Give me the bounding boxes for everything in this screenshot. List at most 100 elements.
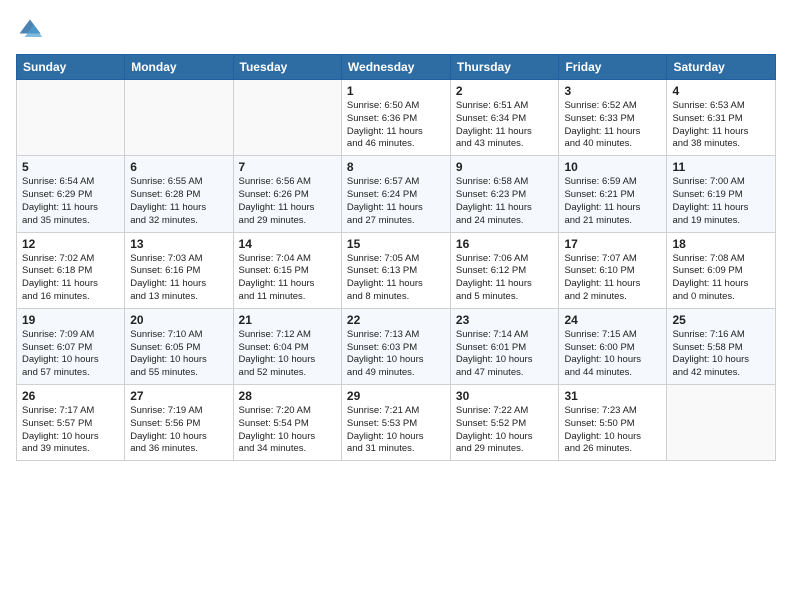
day-info: Sunrise: 6:50 AM Sunset: 6:36 PM Dayligh… bbox=[347, 100, 445, 151]
day-info: Sunrise: 7:08 AM Sunset: 6:09 PM Dayligh… bbox=[672, 253, 770, 304]
day-info: Sunrise: 7:23 AM Sunset: 5:50 PM Dayligh… bbox=[564, 405, 661, 456]
day-info: Sunrise: 6:57 AM Sunset: 6:24 PM Dayligh… bbox=[347, 176, 445, 227]
day-info: Sunrise: 7:05 AM Sunset: 6:13 PM Dayligh… bbox=[347, 253, 445, 304]
day-info: Sunrise: 7:10 AM Sunset: 6:05 PM Dayligh… bbox=[130, 329, 227, 380]
day-number: 3 bbox=[564, 84, 661, 98]
day-number: 28 bbox=[239, 389, 336, 403]
day-info: Sunrise: 7:16 AM Sunset: 5:58 PM Dayligh… bbox=[672, 329, 770, 380]
calendar-body: 1 Sunrise: 6:50 AM Sunset: 6:36 PM Daylig… bbox=[17, 80, 776, 461]
calendar-cell: 4 Sunrise: 6:53 AM Sunset: 6:31 PM Daylig… bbox=[667, 80, 776, 156]
calendar-week-3: 12 Sunrise: 7:02 AM Sunset: 6:18 PM Dayli… bbox=[17, 232, 776, 308]
day-info: Sunrise: 6:56 AM Sunset: 6:26 PM Dayligh… bbox=[239, 176, 336, 227]
calendar-cell: 13 Sunrise: 7:03 AM Sunset: 6:16 PM Dayli… bbox=[125, 232, 233, 308]
day-number: 27 bbox=[130, 389, 227, 403]
day-number: 13 bbox=[130, 237, 227, 251]
day-number: 18 bbox=[672, 237, 770, 251]
calendar-week-4: 19 Sunrise: 7:09 AM Sunset: 6:07 PM Dayli… bbox=[17, 308, 776, 384]
calendar-cell: 7 Sunrise: 6:56 AM Sunset: 6:26 PM Daylig… bbox=[233, 156, 341, 232]
calendar-cell: 20 Sunrise: 7:10 AM Sunset: 6:05 PM Dayli… bbox=[125, 308, 233, 384]
day-info: Sunrise: 7:04 AM Sunset: 6:15 PM Dayligh… bbox=[239, 253, 336, 304]
day-info: Sunrise: 6:59 AM Sunset: 6:21 PM Dayligh… bbox=[564, 176, 661, 227]
calendar-cell: 22Sunrise: 7:13 AM Sunset: 6:03 PM Dayli… bbox=[341, 308, 450, 384]
day-number: 10 bbox=[564, 160, 661, 174]
weekday-header-saturday: Saturday bbox=[667, 55, 776, 80]
calendar-cell: 30 Sunrise: 7:22 AM Sunset: 5:52 PM Dayli… bbox=[450, 385, 559, 461]
day-number: 7 bbox=[239, 160, 336, 174]
calendar-cell: 1 Sunrise: 6:50 AM Sunset: 6:36 PM Daylig… bbox=[341, 80, 450, 156]
calendar-table: SundayMondayTuesdayWednesdayThursdayFrid… bbox=[16, 54, 776, 461]
page-header bbox=[16, 16, 776, 44]
calendar-cell: 21Sunrise: 7:12 AM Sunset: 6:04 PM Dayli… bbox=[233, 308, 341, 384]
day-info: Sunrise: 6:54 AM Sunset: 6:29 PM Dayligh… bbox=[22, 176, 119, 227]
calendar-cell: 18 Sunrise: 7:08 AM Sunset: 6:09 PM Dayli… bbox=[667, 232, 776, 308]
day-info: Sunrise: 7:19 AM Sunset: 5:56 PM Dayligh… bbox=[130, 405, 227, 456]
weekday-header-thursday: Thursday bbox=[450, 55, 559, 80]
calendar-cell: 29 Sunrise: 7:21 AM Sunset: 5:53 PM Dayli… bbox=[341, 385, 450, 461]
day-number: 25 bbox=[672, 313, 770, 327]
day-info: Sunrise: 7:17 AM Sunset: 5:57 PM Dayligh… bbox=[22, 405, 119, 456]
calendar-cell: 9Sunrise: 6:58 AM Sunset: 6:23 PM Daylig… bbox=[450, 156, 559, 232]
day-number: 21 bbox=[239, 313, 336, 327]
calendar-cell: 14 Sunrise: 7:04 AM Sunset: 6:15 PM Dayli… bbox=[233, 232, 341, 308]
day-info: Sunrise: 6:55 AM Sunset: 6:28 PM Dayligh… bbox=[130, 176, 227, 227]
calendar-cell bbox=[125, 80, 233, 156]
calendar-cell: 17Sunrise: 7:07 AM Sunset: 6:10 PM Dayli… bbox=[559, 232, 667, 308]
day-number: 20 bbox=[130, 313, 227, 327]
day-number: 5 bbox=[22, 160, 119, 174]
day-number: 14 bbox=[239, 237, 336, 251]
logo bbox=[16, 16, 48, 44]
day-number: 31 bbox=[564, 389, 661, 403]
day-number: 29 bbox=[347, 389, 445, 403]
day-number: 11 bbox=[672, 160, 770, 174]
day-number: 30 bbox=[456, 389, 554, 403]
day-info: Sunrise: 7:02 AM Sunset: 6:18 PM Dayligh… bbox=[22, 253, 119, 304]
calendar-cell: 24 Sunrise: 7:15 AM Sunset: 6:00 PM Dayli… bbox=[559, 308, 667, 384]
calendar-week-1: 1 Sunrise: 6:50 AM Sunset: 6:36 PM Daylig… bbox=[17, 80, 776, 156]
day-info: Sunrise: 6:58 AM Sunset: 6:23 PM Dayligh… bbox=[456, 176, 554, 227]
day-info: Sunrise: 6:52 AM Sunset: 6:33 PM Dayligh… bbox=[564, 100, 661, 151]
day-info: Sunrise: 7:15 AM Sunset: 6:00 PM Dayligh… bbox=[564, 329, 661, 380]
calendar-cell: 3 Sunrise: 6:52 AM Sunset: 6:33 PM Daylig… bbox=[559, 80, 667, 156]
calendar-cell: 15 Sunrise: 7:05 AM Sunset: 6:13 PM Dayli… bbox=[341, 232, 450, 308]
weekday-header-monday: Monday bbox=[125, 55, 233, 80]
calendar-cell: 19 Sunrise: 7:09 AM Sunset: 6:07 PM Dayli… bbox=[17, 308, 125, 384]
calendar-week-5: 26 Sunrise: 7:17 AM Sunset: 5:57 PM Dayli… bbox=[17, 385, 776, 461]
day-info: Sunrise: 6:53 AM Sunset: 6:31 PM Dayligh… bbox=[672, 100, 770, 151]
logo-icon bbox=[16, 16, 44, 44]
calendar-cell bbox=[17, 80, 125, 156]
calendar-cell: 12 Sunrise: 7:02 AM Sunset: 6:18 PM Dayli… bbox=[17, 232, 125, 308]
day-info: Sunrise: 7:20 AM Sunset: 5:54 PM Dayligh… bbox=[239, 405, 336, 456]
calendar-cell: 28 Sunrise: 7:20 AM Sunset: 5:54 PM Dayli… bbox=[233, 385, 341, 461]
calendar-cell: 11Sunrise: 7:00 AM Sunset: 6:19 PM Dayli… bbox=[667, 156, 776, 232]
weekday-header-sunday: Sunday bbox=[17, 55, 125, 80]
day-number: 16 bbox=[456, 237, 554, 251]
day-number: 15 bbox=[347, 237, 445, 251]
day-number: 12 bbox=[22, 237, 119, 251]
calendar-cell: 5 Sunrise: 6:54 AM Sunset: 6:29 PM Daylig… bbox=[17, 156, 125, 232]
day-number: 23 bbox=[456, 313, 554, 327]
weekday-row: SundayMondayTuesdayWednesdayThursdayFrid… bbox=[17, 55, 776, 80]
calendar-cell: 25 Sunrise: 7:16 AM Sunset: 5:58 PM Dayli… bbox=[667, 308, 776, 384]
day-number: 4 bbox=[672, 84, 770, 98]
day-info: Sunrise: 7:21 AM Sunset: 5:53 PM Dayligh… bbox=[347, 405, 445, 456]
calendar-cell bbox=[233, 80, 341, 156]
calendar-cell: 10 Sunrise: 6:59 AM Sunset: 6:21 PM Dayli… bbox=[559, 156, 667, 232]
day-info: Sunrise: 7:03 AM Sunset: 6:16 PM Dayligh… bbox=[130, 253, 227, 304]
weekday-header-friday: Friday bbox=[559, 55, 667, 80]
day-info: Sunrise: 7:06 AM Sunset: 6:12 PM Dayligh… bbox=[456, 253, 554, 304]
day-number: 22 bbox=[347, 313, 445, 327]
day-info: Sunrise: 7:09 AM Sunset: 6:07 PM Dayligh… bbox=[22, 329, 119, 380]
day-number: 1 bbox=[347, 84, 445, 98]
day-info: Sunrise: 7:14 AM Sunset: 6:01 PM Dayligh… bbox=[456, 329, 554, 380]
calendar-cell: 2Sunrise: 6:51 AM Sunset: 6:34 PM Daylig… bbox=[450, 80, 559, 156]
calendar-cell: 16 Sunrise: 7:06 AM Sunset: 6:12 PM Dayli… bbox=[450, 232, 559, 308]
day-number: 24 bbox=[564, 313, 661, 327]
day-number: 17 bbox=[564, 237, 661, 251]
day-number: 8 bbox=[347, 160, 445, 174]
calendar-cell: 6Sunrise: 6:55 AM Sunset: 6:28 PM Daylig… bbox=[125, 156, 233, 232]
day-number: 19 bbox=[22, 313, 119, 327]
day-info: Sunrise: 7:22 AM Sunset: 5:52 PM Dayligh… bbox=[456, 405, 554, 456]
day-number: 26 bbox=[22, 389, 119, 403]
calendar-cell: 26 Sunrise: 7:17 AM Sunset: 5:57 PM Dayli… bbox=[17, 385, 125, 461]
weekday-header-tuesday: Tuesday bbox=[233, 55, 341, 80]
